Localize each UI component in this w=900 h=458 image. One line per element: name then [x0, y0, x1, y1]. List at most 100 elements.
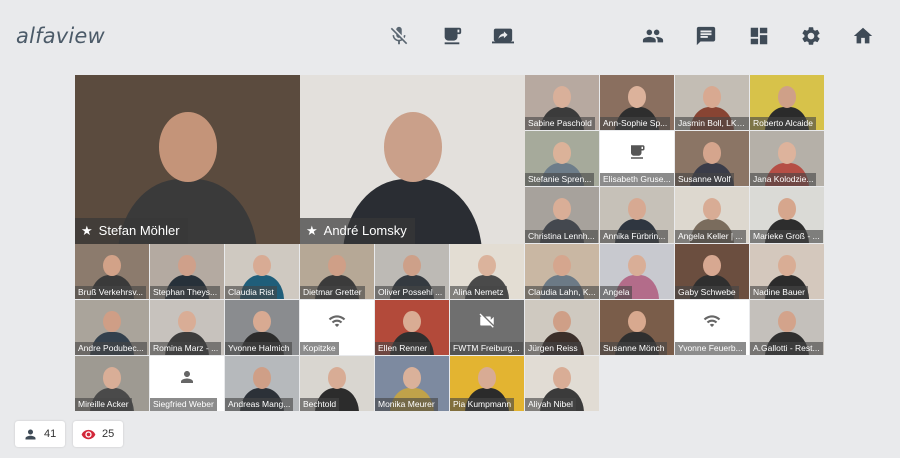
participants-icon[interactable]	[641, 24, 665, 48]
participant-face	[703, 198, 721, 221]
participant-name: Sabine Paschold	[528, 118, 592, 129]
participant-name: Ellen Renner	[378, 342, 428, 353]
participant-face	[553, 86, 571, 108]
participant-name: Andre Podubec...	[78, 342, 144, 353]
viewers-count: 25	[102, 428, 115, 440]
participant-tile-claudia-rist[interactable]: Claudia Rist	[225, 243, 299, 299]
participant-tile-elisabeth-gruse[interactable]: Elisabeth Gruse...	[600, 131, 674, 187]
viewers-count-badge[interactable]: 25	[73, 421, 123, 447]
participant-tile-siegfried-weber[interactable]: Siegfried Weber	[150, 356, 224, 412]
star-icon: ★	[306, 222, 318, 238]
participant-tile-aliyah-nibel[interactable]: Aliyah Nibel	[525, 356, 599, 412]
participant-tile-susanne-mo-nch[interactable]: Susanne Mönch	[600, 299, 674, 355]
participant-name: Ann-Sophie Sp...	[603, 118, 668, 129]
chat-icon[interactable]	[694, 24, 718, 48]
participant-tile-roberto-alcaide[interactable]: Roberto Alcaide	[750, 75, 824, 131]
participant-tile-stefanie-spren[interactable]: Stefanie Spren...	[525, 131, 599, 187]
participant-tile-mireille-acker[interactable]: Mireille Acker	[75, 356, 149, 412]
participant-name-label: Kopitzke	[300, 341, 339, 355]
participant-tile-angela-keller[interactable]: Angela Keller | ...	[675, 187, 749, 243]
participant-name-label: Oliver Possehl ...	[375, 285, 446, 299]
participant-face	[403, 254, 421, 277]
participant-tile-marieke-gro[interactable]: Marieke Groß - ...	[750, 187, 824, 243]
participant-name-label: Pia Kumpmann	[450, 398, 515, 412]
weak-connection-icon	[703, 315, 721, 327]
participant-tile-a-gallotti-rest[interactable]: A.Gallotti - Rest...	[750, 299, 824, 355]
participant-tile-jasmin-boll-lk[interactable]: Jasmin Boll, LK ...	[675, 75, 749, 131]
participant-name-label: Roberto Alcaide	[750, 117, 817, 131]
participant-name: Andreas Mang...	[228, 399, 291, 410]
participant-name: Jürgen Reiss	[528, 342, 578, 353]
participant-tile-bru-verkehrsv[interactable]: Bruß Verkehrsv...	[75, 243, 149, 299]
participant-tile-pia-kumpmann[interactable]: Pia Kumpmann	[450, 356, 524, 412]
participant-face	[703, 86, 721, 108]
participant-tile-susanne-wolf[interactable]: Susanne Wolf	[675, 131, 749, 187]
participant-name: Nadine Bauer	[753, 286, 805, 297]
participant-name-label: Monika Meurer	[375, 398, 438, 412]
participant-name: Oliver Possehl ...	[378, 286, 443, 297]
speaker-tile-andre-lomsky[interactable]: ★ André Lomsky	[300, 75, 525, 244]
participant-tile-ju-rgen-reiss[interactable]: Jürgen Reiss	[525, 299, 599, 355]
home-icon[interactable]	[851, 24, 875, 48]
participant-tile-claudia-lahn-k[interactable]: Claudia Lahn, K...	[525, 243, 599, 299]
participant-tile-yvonne-halmich[interactable]: Yvonne Halmich	[225, 299, 299, 355]
participant-tile-bechtold[interactable]: Bechtold	[300, 356, 374, 412]
participant-tile-stephan-theys[interactable]: Stephan Theys...	[150, 243, 224, 299]
participant-face	[478, 367, 496, 389]
participant-name: Yvonne Feuerb...	[678, 342, 743, 353]
eye-icon	[81, 429, 96, 439]
participant-name-label: Andreas Mang...	[225, 398, 294, 412]
settings-icon[interactable]	[799, 24, 823, 48]
star-icon: ★	[81, 222, 93, 238]
coffee-break-icon[interactable]	[440, 24, 464, 48]
layout-grid-icon[interactable]	[747, 24, 771, 48]
participant-name: Stephan Theys...	[153, 286, 218, 297]
participant-tile-ann-sophie-sp[interactable]: Ann-Sophie Sp...	[600, 75, 674, 131]
participant-name-label: Angela Keller | ...	[675, 229, 746, 243]
participant-tile-kopitzke[interactable]: Kopitzke	[300, 299, 374, 355]
video-placeholder	[300, 300, 374, 342]
participant-tile-nadine-bauer[interactable]: Nadine Bauer	[750, 243, 824, 299]
participant-name-label: Bruß Verkehrsv...	[75, 285, 147, 299]
participant-name-label: Bechtold	[300, 398, 340, 412]
participant-tile-gaby-schwebe[interactable]: Gaby Schwebe	[675, 243, 749, 299]
participant-name-label: Andre Podubec...	[75, 341, 147, 355]
participant-tile-andreas-mang[interactable]: Andreas Mang...	[225, 356, 299, 412]
participant-tile-andre-podubec[interactable]: Andre Podubec...	[75, 299, 149, 355]
screen-share-icon[interactable]	[491, 24, 515, 48]
participant-tile-christina-lennh[interactable]: Christina Lennh...	[525, 187, 599, 243]
participant-name: Mireille Acker	[78, 399, 129, 410]
participant-face	[103, 310, 121, 333]
participant-tile-alina-nemetz[interactable]: Alina Nemetz	[450, 243, 524, 299]
speaker-tile-stefan-mo-hler[interactable]: ★ Stefan Möhler	[75, 75, 300, 244]
participant-tile-yvonne-feuerb[interactable]: Yvonne Feuerb...	[675, 299, 749, 355]
video-placeholder	[150, 356, 224, 398]
participant-tile-sabine-paschold[interactable]: Sabine Paschold	[525, 75, 599, 131]
participant-face	[178, 310, 196, 333]
participant-tile-annika-fu-rbrin[interactable]: Annika Fürbrin...	[600, 187, 674, 243]
participant-tile-ellen-renner[interactable]: Ellen Renner	[375, 299, 449, 355]
participant-tile-angela[interactable]: Angela	[600, 243, 674, 299]
participants-count-badge[interactable]: 41	[15, 421, 65, 447]
participant-tile-monika-meurer[interactable]: Monika Meurer	[375, 356, 449, 412]
participant-name-label: Romina Marz - ...	[150, 341, 222, 355]
participant-name: Angela Keller | ...	[678, 230, 743, 241]
participants-count: 41	[44, 428, 57, 440]
participant-face	[253, 254, 271, 277]
participant-face	[403, 310, 421, 333]
participant-tile-romina-marz[interactable]: Romina Marz - ...	[150, 299, 224, 355]
participant-face	[383, 112, 442, 182]
microphone-muted-icon[interactable]	[387, 24, 411, 48]
participant-tile-fwtm-freiburg[interactable]: FWTM Freiburg...	[450, 299, 524, 355]
participant-tile-jana-kolodzie[interactable]: Jana Kolodzie...	[750, 131, 824, 187]
participant-name: Aliyah Nibel	[528, 399, 573, 410]
participant-name: Gaby Schwebe	[678, 286, 736, 297]
participant-tile-oliver-possehl[interactable]: Oliver Possehl ...	[375, 243, 449, 299]
participant-name: Alina Nemetz	[453, 286, 504, 297]
participant-face	[403, 367, 421, 389]
participant-name-label: Jürgen Reiss	[525, 341, 581, 355]
participant-face	[158, 112, 217, 182]
participant-face	[328, 367, 346, 389]
participant-name: Susanne Wolf	[678, 174, 731, 185]
participant-tile-dietmar-gretter[interactable]: Dietmar Gretter	[300, 243, 374, 299]
